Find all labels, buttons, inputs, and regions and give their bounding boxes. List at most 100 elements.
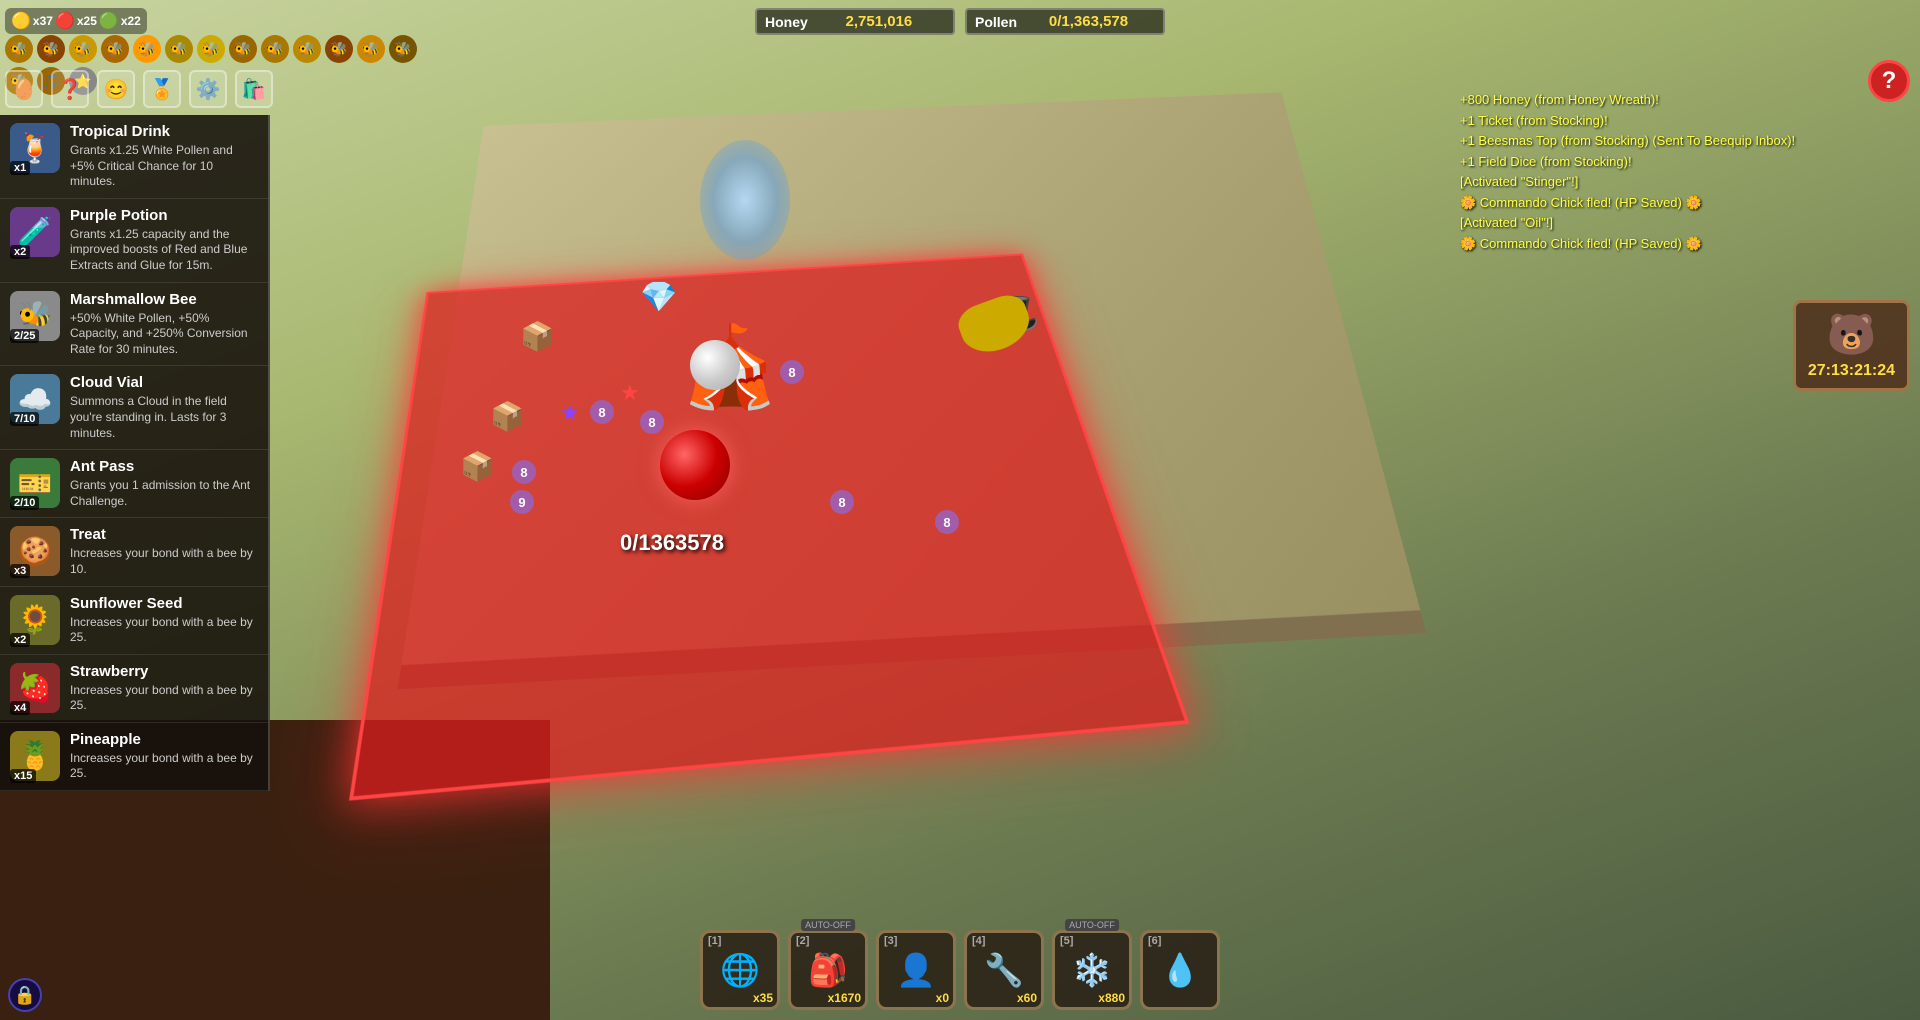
honey-label: Honey — [765, 14, 808, 30]
item-name-1: Purple Potion — [70, 207, 258, 224]
field-marker-2: 8 — [590, 400, 614, 424]
item-info-4: Ant Pass Grants you 1 admission to the A… — [70, 458, 258, 509]
counter-2: 🔴 x25 — [55, 11, 97, 31]
item-icon-wrapper-1: 🧪 x2 — [10, 207, 60, 257]
item-info-0: Tropical Drink Grants x1.25 White Pollen… — [70, 123, 258, 190]
slot-num-4: [5] — [1060, 935, 1073, 947]
slot-num-2: [3] — [884, 935, 897, 947]
item-count-4: 2/10 — [10, 496, 39, 510]
bag-menu-icon[interactable]: 🛍️ — [235, 70, 273, 108]
log-entry-1: +1 Ticket (from Stocking)! — [1460, 111, 1840, 131]
action-slot-5[interactable]: [6] 💧 — [1140, 930, 1220, 1010]
inventory-item-0[interactable]: 🍹 x1 Tropical Drink Grants x1.25 White P… — [0, 115, 268, 199]
timer-value: 27:13:21:24 — [1808, 362, 1895, 380]
star-red: ★ — [620, 380, 640, 406]
game-obj-box: 📦 — [520, 320, 555, 353]
item-info-8: Pineapple Increases your bond with a bee… — [70, 731, 258, 782]
action-slot-2[interactable]: [3] 👤 x0 — [876, 930, 956, 1010]
field-marker-1: 8 — [512, 460, 536, 484]
bee-icon-11: 🐝 — [325, 35, 353, 63]
gear-menu-icon[interactable]: ⚙️ — [189, 70, 227, 108]
inventory-item-5[interactable]: 🍪 x3 Treat Increases your bond with a be… — [0, 518, 268, 586]
item-desc-6: Increases your bond with a bee by 25. — [70, 615, 258, 646]
bee-icon-5: 🐝 — [133, 35, 161, 63]
bee-icon-6: 🐝 — [165, 35, 193, 63]
game-obj-box2: 📦 — [490, 400, 525, 433]
counter-3-value: x22 — [121, 14, 141, 28]
item-info-5: Treat Increases your bond with a bee by … — [70, 526, 258, 577]
item-desc-3: Summons a Cloud in the field you're stan… — [70, 394, 258, 441]
egg-menu-icon[interactable]: 🥚 — [5, 70, 43, 108]
item-desc-5: Increases your bond with a bee by 10. — [70, 546, 258, 577]
item-count-6: x2 — [10, 633, 30, 647]
item-count-7: x4 — [10, 701, 30, 715]
inventory-item-2[interactable]: 🐝 2/25 Marshmallow Bee +50% White Pollen… — [0, 283, 268, 367]
help-button[interactable]: ? — [1868, 60, 1910, 102]
slot-icon-1: 🎒 — [808, 951, 848, 989]
counter-2-value: x25 — [77, 14, 97, 28]
star-purple: ★ — [560, 400, 580, 426]
timer-bear-icon: 🐻 — [1808, 311, 1895, 358]
menu-icons-row: 🥚 ❓ 😊 🏅 ⚙️ 🛍️ — [5, 70, 273, 108]
face-menu-icon[interactable]: 😊 — [97, 70, 135, 108]
field-marker-7: 8 — [780, 360, 804, 384]
bottom-action-bar: [1] 🌐 x35 AUTO-OFF [2] 🎒 x1670 [3] 👤 x0 … — [0, 920, 1920, 1020]
question-menu-icon[interactable]: ❓ — [51, 70, 89, 108]
item-icon-wrapper-8: 🍍 x15 — [10, 731, 60, 781]
world-pollen-counter: 0/1363578 — [620, 530, 724, 556]
item-icon-wrapper-3: ☁️ 7/10 — [10, 374, 60, 424]
timer-widget: 🐻 27:13:21:24 — [1793, 300, 1910, 391]
item-desc-1: Grants x1.25 capacity and the improved b… — [70, 227, 258, 274]
action-slot-3[interactable]: [4] 🔧 x60 — [964, 930, 1044, 1010]
badge-menu-icon[interactable]: 🏅 — [143, 70, 181, 108]
item-icon-wrapper-5: 🍪 x3 — [10, 526, 60, 576]
item-desc-4: Grants you 1 admission to the Ant Challe… — [70, 478, 258, 509]
lock-icon[interactable]: 🔒 — [8, 978, 42, 1012]
item-info-7: Strawberry Increases your bond with a be… — [70, 663, 258, 714]
item-icon-wrapper-0: 🍹 x1 — [10, 123, 60, 173]
inventory-item-8[interactable]: 🍍 x15 Pineapple Increases your bond with… — [0, 723, 268, 791]
item-name-8: Pineapple — [70, 731, 258, 748]
bee-icon-8: 🐝 — [229, 35, 257, 63]
item-name-4: Ant Pass — [70, 458, 258, 475]
item-name-5: Treat — [70, 526, 258, 543]
item-desc-8: Increases your bond with a bee by 25. — [70, 751, 258, 782]
bee-icon-4: 🐝 — [101, 35, 129, 63]
action-slot-0[interactable]: [1] 🌐 x35 — [700, 930, 780, 1010]
item-count-3: 7/10 — [10, 412, 39, 426]
inventory-panel: 🍹 x1 Tropical Drink Grants x1.25 White P… — [0, 115, 270, 791]
action-slot-4[interactable]: AUTO-OFF [5] ❄️ x880 — [1052, 930, 1132, 1010]
counter-1: 🟡 x37 — [11, 11, 53, 31]
slot-count-1: x1670 — [828, 991, 861, 1005]
bee-icon-12: 🐝 — [357, 35, 385, 63]
auto-off-badge-4: AUTO-OFF — [1065, 919, 1119, 931]
inventory-item-3[interactable]: ☁️ 7/10 Cloud Vial Summons a Cloud in th… — [0, 366, 268, 450]
pollen-label: Pollen — [975, 14, 1017, 30]
slot-count-2: x0 — [936, 991, 949, 1005]
item-count-8: x15 — [10, 769, 36, 783]
log-entry-5: 🌼 Commando Chick fled! (HP Saved) 🌼 — [1460, 193, 1840, 213]
item-name-0: Tropical Drink — [70, 123, 258, 140]
slot-count-4: x880 — [1098, 991, 1125, 1005]
inventory-item-7[interactable]: 🍓 x4 Strawberry Increases your bond with… — [0, 655, 268, 723]
slot-num-3: [4] — [972, 935, 985, 947]
item-info-1: Purple Potion Grants x1.25 capacity and … — [70, 207, 258, 274]
log-entry-6: [Activated "Oil"!] — [1460, 213, 1840, 233]
bee-icon-7: 🐝 — [197, 35, 225, 63]
inventory-item-1[interactable]: 🧪 x2 Purple Potion Grants x1.25 capacity… — [0, 199, 268, 283]
slot-icon-5: 💧 — [1160, 951, 1200, 989]
slot-icon-0: 🌐 — [720, 951, 760, 989]
slot-num-0: [1] — [708, 935, 721, 947]
honey-bar: Honey 2,751,016 — [755, 8, 955, 35]
log-entry-2: +1 Beesmas Top (from Stocking) (Sent To … — [1460, 131, 1840, 151]
inventory-item-4[interactable]: 🎫 2/10 Ant Pass Grants you 1 admission t… — [0, 450, 268, 518]
inventory-item-6[interactable]: 🌻 x2 Sunflower Seed Increases your bond … — [0, 587, 268, 655]
action-slot-1[interactable]: AUTO-OFF [2] 🎒 x1670 — [788, 930, 868, 1010]
slot-icon-4: ❄️ — [1072, 951, 1112, 989]
item-desc-0: Grants x1.25 White Pollen and +5% Critic… — [70, 143, 258, 190]
red-sphere — [660, 430, 730, 500]
item-name-6: Sunflower Seed — [70, 595, 258, 612]
item-icon-wrapper-7: 🍓 x4 — [10, 663, 60, 713]
slot-icon-3: 🔧 — [984, 951, 1024, 989]
item-desc-7: Increases your bond with a bee by 25. — [70, 683, 258, 714]
